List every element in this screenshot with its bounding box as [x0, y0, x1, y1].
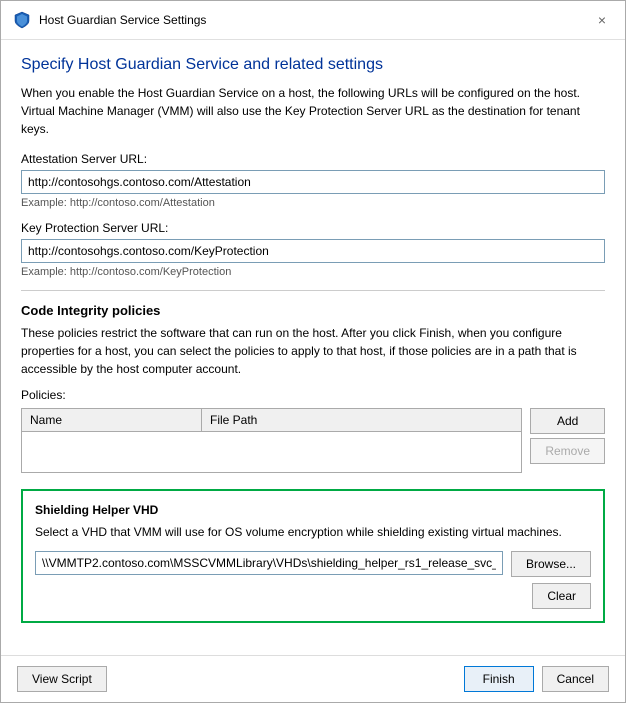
shielding-controls: Browse... Clear [35, 551, 591, 609]
browse-button[interactable]: Browse... [511, 551, 591, 577]
page-description: When you enable the Host Guardian Servic… [21, 84, 605, 138]
footer: View Script Finish Cancel [1, 655, 625, 702]
shielding-action-buttons: Browse... Clear [511, 551, 591, 609]
close-button[interactable]: × [591, 9, 613, 31]
title-bar-left: Host Guardian Service Settings [13, 11, 206, 29]
vhd-path-input[interactable] [35, 551, 503, 575]
table-header: Name File Path [22, 409, 521, 432]
add-button[interactable]: Add [530, 408, 605, 434]
table-body [22, 432, 521, 472]
attestation-input[interactable] [21, 170, 605, 194]
policies-label: Policies: [21, 388, 605, 402]
divider-1 [21, 290, 605, 291]
attestation-example: Example: http://contoso.com/Attestation [21, 197, 605, 209]
attestation-label: Attestation Server URL: [21, 152, 605, 166]
dialog-content: Specify Host Guardian Service and relate… [1, 40, 625, 655]
shielding-title: Shielding Helper VHD [35, 503, 591, 517]
shielding-section: Shielding Helper VHD Select a VHD that V… [21, 489, 605, 623]
footer-right-buttons: Finish Cancel [464, 666, 609, 692]
dialog-window: Host Guardian Service Settings × Specify… [0, 0, 626, 703]
code-integrity-description: These policies restrict the software tha… [21, 324, 605, 378]
key-protection-example: Example: http://contoso.com/KeyProtectio… [21, 266, 605, 278]
policies-table-area: Name File Path [21, 408, 522, 477]
shielding-description: Select a VHD that VMM will use for OS vo… [35, 523, 591, 541]
title-bar: Host Guardian Service Settings × [1, 1, 625, 40]
policies-row: Name File Path Add Remove [21, 408, 605, 477]
remove-button[interactable]: Remove [530, 438, 605, 464]
key-protection-label: Key Protection Server URL: [21, 221, 605, 235]
cancel-button[interactable]: Cancel [542, 666, 609, 692]
page-title: Specify Host Guardian Service and relate… [21, 56, 605, 74]
table-buttons: Add Remove [530, 408, 605, 464]
finish-button[interactable]: Finish [464, 666, 534, 692]
shield-icon [13, 11, 31, 29]
view-script-button[interactable]: View Script [17, 666, 107, 692]
policies-table: Name File Path [21, 408, 522, 473]
key-protection-input[interactable] [21, 239, 605, 263]
code-integrity-title: Code Integrity policies [21, 303, 605, 318]
title-bar-text: Host Guardian Service Settings [39, 13, 206, 27]
table-name-header: Name [22, 409, 202, 431]
clear-button[interactable]: Clear [532, 583, 591, 609]
table-filepath-header: File Path [202, 409, 521, 431]
